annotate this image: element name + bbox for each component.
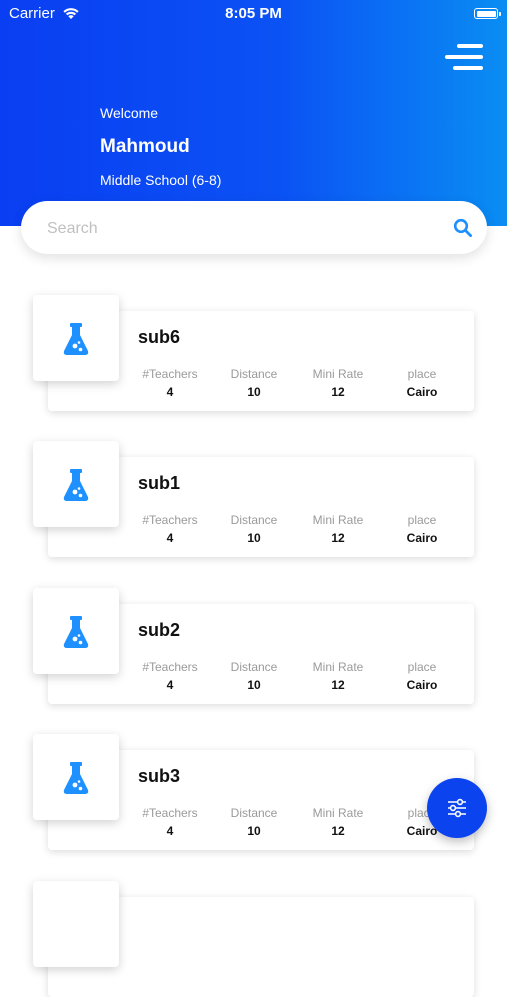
subject-card[interactable]: sub3 #Teachers 4 Distance 10 Mini Rate 12 place… (33, 734, 474, 850)
subject-card[interactable]: sub6 #Teachers 4 Distance 10 Mini Rate 12 place… (33, 295, 474, 411)
stat-value: 12 (331, 678, 345, 692)
stat-value: 4 (166, 531, 174, 545)
subject-name: sub2 (138, 620, 181, 640)
stat-value: 12 (331, 385, 345, 399)
welcome-text: Welcome (100, 105, 159, 121)
subject-card[interactable]: sub1 #Teachers 4 Distance 10 Mini Rate 12 place… (33, 441, 474, 557)
stat-label: Distance (230, 806, 278, 820)
subject-thumbnail (33, 734, 119, 820)
stat-mini-rate: Mini Rate 12 (296, 660, 380, 692)
hamburger-menu-icon[interactable] (445, 44, 483, 72)
user-name: Mahmoud (100, 136, 190, 157)
stat-teachers: #Teachers 4 (128, 513, 212, 545)
subject-card[interactable]: sub2 #Teachers 4 Distance 10 Mini Rate 12 place… (33, 588, 474, 704)
subject-name: sub6 (138, 327, 181, 347)
subject-thumbnail (33, 588, 119, 674)
stat-teachers: #Teachers 4 (128, 806, 212, 838)
stat-value: 4 (166, 385, 174, 399)
stat-label: Mini Rate (312, 660, 364, 674)
stat-value: 12 (331, 531, 345, 545)
stat-label: #Teachers (142, 513, 198, 527)
stat-label: Mini Rate (312, 367, 364, 381)
subject-card-partial[interactable] (33, 881, 474, 997)
stat-distance: Distance 10 (212, 513, 296, 545)
stat-teachers: #Teachers 4 (128, 660, 212, 692)
stat-place: place Cairo (380, 513, 464, 545)
search-bar (21, 201, 487, 254)
school-level: Middle School (6-8) (100, 172, 222, 188)
stat-place: place Cairo (380, 367, 464, 399)
stat-value: 10 (247, 678, 261, 692)
search-input[interactable] (45, 215, 429, 243)
stat-value: 12 (331, 824, 345, 838)
flask-icon (63, 323, 89, 355)
stat-label: #Teachers (142, 806, 198, 820)
header: Carrier 8:05 PM Welcome Mahmoud Middle S… (0, 0, 507, 226)
stat-label: Distance (230, 367, 278, 381)
battery-icon (474, 8, 501, 19)
stat-mini-rate: Mini Rate 12 (296, 513, 380, 545)
stat-label: Distance (230, 660, 278, 674)
stat-value: Cairo (406, 531, 438, 545)
stat-label: Mini Rate (312, 806, 364, 820)
stat-label: place (407, 367, 437, 381)
filter-button[interactable] (427, 778, 487, 838)
stat-label: #Teachers (142, 660, 198, 674)
stat-value: 4 (166, 824, 174, 838)
stat-label: place (407, 660, 437, 674)
subject-name: sub1 (138, 473, 181, 493)
stat-value: Cairo (406, 678, 438, 692)
stat-label: Mini Rate (312, 513, 364, 527)
stat-mini-rate: Mini Rate 12 (296, 806, 380, 838)
stat-value: Cairo (406, 385, 438, 399)
stat-distance: Distance 10 (212, 367, 296, 399)
search-icon[interactable] (453, 218, 473, 238)
filter-sliders-icon (448, 798, 466, 818)
subject-name: sub3 (138, 766, 181, 786)
status-time: 8:05 PM (225, 5, 282, 22)
subject-thumbnail (33, 881, 119, 967)
stat-distance: Distance 10 (212, 806, 296, 838)
stat-value: 4 (166, 678, 174, 692)
stat-distance: Distance 10 (212, 660, 296, 692)
flask-icon (63, 616, 89, 648)
stat-value: 10 (247, 385, 261, 399)
stat-value: 10 (247, 824, 261, 838)
stat-teachers: #Teachers 4 (128, 367, 212, 399)
stat-place: place Cairo (380, 660, 464, 692)
stat-mini-rate: Mini Rate 12 (296, 367, 380, 399)
subject-thumbnail (33, 295, 119, 381)
stat-label: #Teachers (142, 367, 198, 381)
stat-label: place (407, 513, 437, 527)
stat-label: Distance (230, 513, 278, 527)
stat-value: 10 (247, 531, 261, 545)
flask-icon (63, 762, 89, 794)
status-bar: Carrier 8:05 PM (0, 0, 507, 28)
subject-thumbnail (33, 441, 119, 527)
flask-icon (63, 469, 89, 501)
